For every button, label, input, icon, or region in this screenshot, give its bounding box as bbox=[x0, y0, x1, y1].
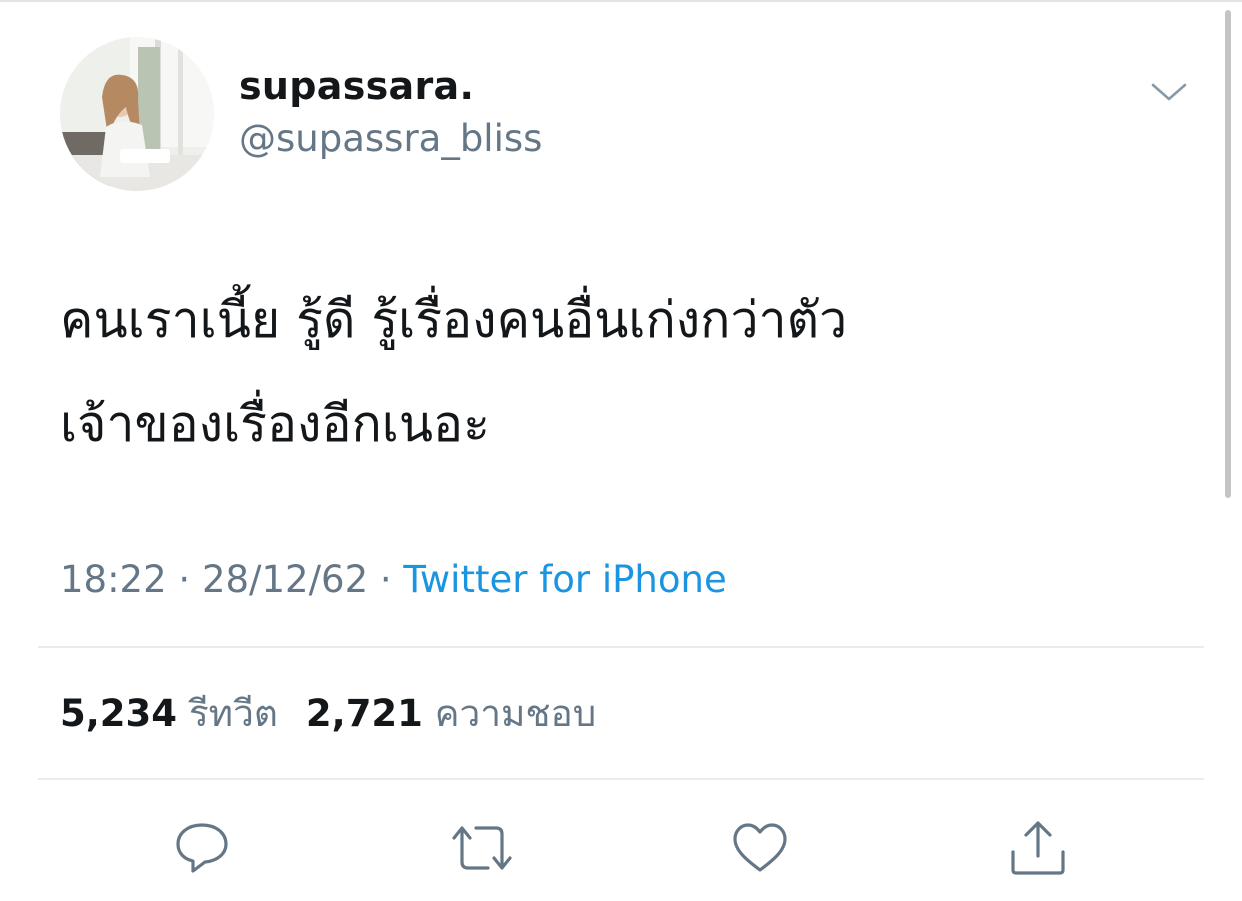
chevron-down-icon[interactable] bbox=[1150, 80, 1188, 104]
tweet-metadata: 18:22 · 28/12/62 · Twitter for iPhone bbox=[60, 556, 727, 604]
tweet-date: 28/12/62 bbox=[201, 558, 369, 601]
meta-separator: · bbox=[166, 558, 202, 601]
top-divider bbox=[0, 0, 1242, 2]
tweet-text: คนเราเนี้ย รู้ดี รู้เรื่องคนอื่นเก่งกว่า… bbox=[60, 268, 1160, 476]
divider bbox=[38, 646, 1204, 648]
display-name[interactable]: supassara. bbox=[239, 64, 474, 108]
user-handle[interactable]: @supassra_bliss bbox=[239, 117, 542, 161]
divider bbox=[38, 778, 1204, 780]
tweet-text-line: เจ้าของเรื่องอีกเนอะ bbox=[60, 395, 490, 453]
tweet-source-link[interactable]: Twitter for iPhone bbox=[403, 558, 726, 601]
tweet-text-line: คนเราเนี้ย รู้ดี รู้เรื่องคนอื่นเก่งกว่า… bbox=[60, 291, 848, 349]
retweets-count: 5,234 bbox=[60, 692, 178, 735]
retweet-icon[interactable] bbox=[450, 818, 512, 878]
likes-label: ความชอบ bbox=[434, 692, 597, 735]
share-icon[interactable] bbox=[1008, 818, 1068, 878]
tweet-stats: 5,234 รีทวีต 2,721 ความชอบ bbox=[60, 690, 596, 738]
tweet-time: 18:22 bbox=[60, 558, 167, 601]
likes-stat[interactable]: 2,721 ความชอบ bbox=[306, 692, 596, 735]
tweet-detail-screen: supassara. @supassra_bliss คนเราเนี้ย รู… bbox=[0, 0, 1242, 901]
meta-separator: · bbox=[368, 558, 404, 601]
scrollbar[interactable] bbox=[1225, 10, 1231, 498]
avatar[interactable] bbox=[60, 37, 214, 191]
heart-icon[interactable] bbox=[730, 818, 790, 878]
retweets-stat[interactable]: 5,234 รีทวีต bbox=[60, 692, 278, 735]
retweets-label: รีทวีต bbox=[188, 692, 278, 735]
likes-count: 2,721 bbox=[305, 692, 423, 735]
reply-icon[interactable] bbox=[172, 818, 232, 878]
